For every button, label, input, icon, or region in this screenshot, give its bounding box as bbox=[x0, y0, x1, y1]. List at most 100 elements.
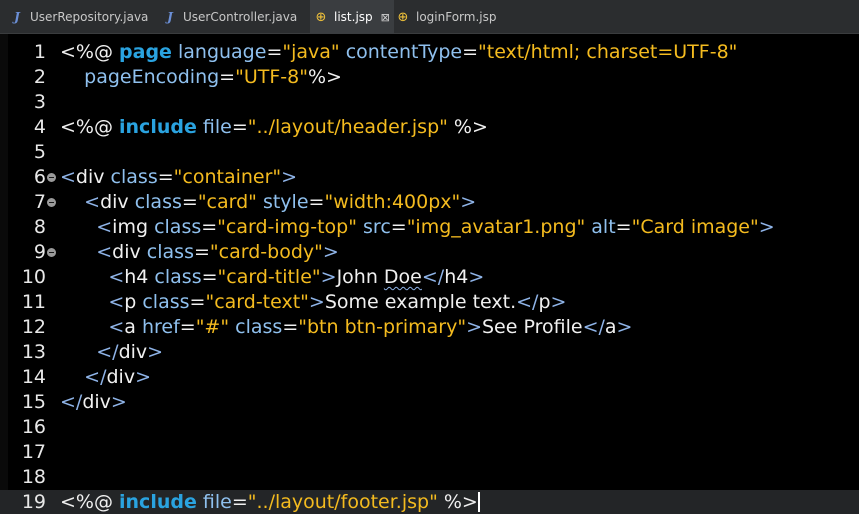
code-token: "img_avatar1.png" bbox=[406, 216, 586, 238]
line-number: 4 bbox=[33, 116, 46, 138]
code-token: h4 bbox=[124, 266, 149, 288]
tab-label: loginForm.jsp bbox=[416, 10, 497, 24]
code-token: </ bbox=[60, 341, 119, 363]
line-number: 10 bbox=[21, 266, 46, 288]
code-token: = bbox=[615, 216, 632, 238]
tab-user-controller[interactable]: J UserController.java bbox=[163, 0, 308, 34]
code-line[interactable]: 9 <div class="card-body"> bbox=[0, 240, 859, 265]
code-token: < bbox=[60, 191, 101, 213]
code-line[interactable]: 2 pageEncoding="UTF-8"%> bbox=[0, 65, 859, 90]
code-token: = bbox=[308, 191, 325, 213]
code-token: > bbox=[550, 291, 567, 313]
code-token: img bbox=[112, 216, 149, 238]
code-editor[interactable]: 1 <%@ page language="java" contentType="t… bbox=[0, 34, 859, 514]
code-line[interactable]: 7 <div class="card" style="width:400px"> bbox=[0, 190, 859, 215]
code-text: </div> bbox=[60, 365, 151, 390]
code-token: div bbox=[82, 391, 111, 413]
code-token: </ bbox=[421, 266, 445, 288]
tab-list-jsp[interactable]: ⊕ list.jsp ⊠ bbox=[310, 0, 394, 34]
code-token: > bbox=[460, 191, 477, 213]
code-line[interactable]: 6 <div class="container"> bbox=[0, 165, 859, 190]
code-text: <%@ include file="../layout/footer.jsp" … bbox=[60, 490, 480, 514]
code-text: <%@ page language="java" contentType="te… bbox=[60, 40, 737, 65]
code-token: "Card image" bbox=[631, 216, 759, 238]
code-token: </ bbox=[60, 391, 83, 413]
code-token: "width:400px" bbox=[324, 191, 461, 213]
code-token: class bbox=[229, 316, 283, 338]
line-number: 19 bbox=[21, 491, 46, 513]
code-token: "../layout/header.jsp" bbox=[247, 116, 448, 138]
code-token: = bbox=[201, 216, 218, 238]
code-line[interactable]: 8 <img class="card-img-top" src="img_ava… bbox=[0, 215, 859, 240]
code-token: > bbox=[322, 241, 339, 263]
tab-label: UserRepository.java bbox=[30, 10, 149, 24]
tab-login-form[interactable]: ⊕ loginForm.jsp bbox=[396, 0, 506, 34]
code-token: < bbox=[60, 316, 125, 338]
code-line[interactable]: 11 <p class="card-text">Some example tex… bbox=[0, 290, 859, 315]
code-text: pageEncoding="UTF-8"%> bbox=[60, 65, 342, 90]
code-token: <%@ bbox=[60, 116, 120, 138]
line-number: 12 bbox=[21, 316, 46, 338]
code-token: = bbox=[201, 266, 218, 288]
line-number: 14 bbox=[21, 366, 46, 388]
code-line[interactable]: 4 <%@ include file="../layout/header.jsp"… bbox=[0, 115, 859, 140]
code-token: file bbox=[196, 116, 232, 138]
code-token: class bbox=[148, 266, 202, 288]
tab-label: list.jsp bbox=[334, 10, 373, 24]
code-token: class bbox=[148, 216, 202, 238]
line-number: 9 bbox=[33, 241, 46, 263]
code-line[interactable]: 3 bbox=[0, 90, 859, 115]
code-token: > bbox=[320, 266, 337, 288]
code-token: > bbox=[468, 266, 485, 288]
code-token: a bbox=[124, 316, 136, 338]
code-token: contentType bbox=[339, 41, 463, 63]
code-token: "#" bbox=[195, 316, 230, 338]
code-token: > bbox=[466, 316, 482, 338]
code-line[interactable]: 1 <%@ page language="java" contentType="t… bbox=[0, 40, 859, 65]
code-token: = bbox=[181, 191, 198, 213]
fold-toggle-icon[interactable] bbox=[47, 173, 56, 182]
jsp-file-icon: ⊕ bbox=[315, 9, 327, 25]
code-token: file bbox=[196, 491, 232, 513]
code-line[interactable]: 13 </div> bbox=[0, 340, 859, 365]
code-token: = bbox=[231, 116, 248, 138]
line-number: 11 bbox=[21, 291, 46, 313]
code-token: = bbox=[157, 166, 174, 188]
code-token: div bbox=[75, 166, 105, 188]
tab-user-repository[interactable]: J UserRepository.java bbox=[10, 0, 160, 34]
code-token: = bbox=[282, 316, 299, 338]
code-text: </div> bbox=[60, 340, 163, 365]
code-text: <div class="container"> bbox=[60, 165, 297, 190]
code-token: p bbox=[538, 291, 551, 313]
line-number: 16 bbox=[21, 416, 46, 438]
fold-toggle-icon[interactable] bbox=[47, 248, 56, 257]
code-token: > bbox=[147, 341, 164, 363]
code-token: < bbox=[60, 241, 113, 263]
code-text: <h4 class="card-title">John Doe</h4> bbox=[60, 265, 484, 290]
code-line[interactable]: 18 bbox=[0, 465, 859, 490]
code-token: class bbox=[136, 291, 190, 313]
code-token: < bbox=[60, 266, 125, 288]
code-text: <%@ include file="../layout/header.jsp" … bbox=[60, 115, 488, 140]
code-token: <%@ bbox=[60, 41, 120, 63]
code-token: < bbox=[60, 216, 113, 238]
code-line[interactable]: 17 bbox=[0, 440, 859, 465]
code-token: "btn btn-primary" bbox=[298, 316, 467, 338]
code-line[interactable]: 19 <%@ include file="../layout/footer.jsp… bbox=[0, 490, 859, 514]
code-line[interactable]: 14 </div> bbox=[0, 365, 859, 390]
code-line[interactable]: 15 </div> bbox=[0, 390, 859, 415]
code-token: = bbox=[390, 216, 407, 238]
code-token: < bbox=[60, 291, 125, 313]
close-icon[interactable]: ⊠ bbox=[381, 11, 390, 24]
code-line[interactable]: 10 <h4 class="card-title">John Doe</h4> bbox=[0, 265, 859, 290]
code-line[interactable]: 12 <a href="#" class="btn btn-primary">S… bbox=[0, 315, 859, 340]
code-token: "card-text" bbox=[205, 291, 309, 313]
code-token: > bbox=[758, 216, 775, 238]
code-token: Some example text. bbox=[324, 291, 517, 313]
code-token: include bbox=[119, 116, 197, 138]
code-token: > bbox=[110, 391, 127, 413]
code-line[interactable]: 16 bbox=[0, 415, 859, 440]
line-number: 17 bbox=[21, 441, 46, 463]
code-line[interactable]: 5 bbox=[0, 140, 859, 165]
fold-toggle-icon[interactable] bbox=[47, 198, 56, 207]
